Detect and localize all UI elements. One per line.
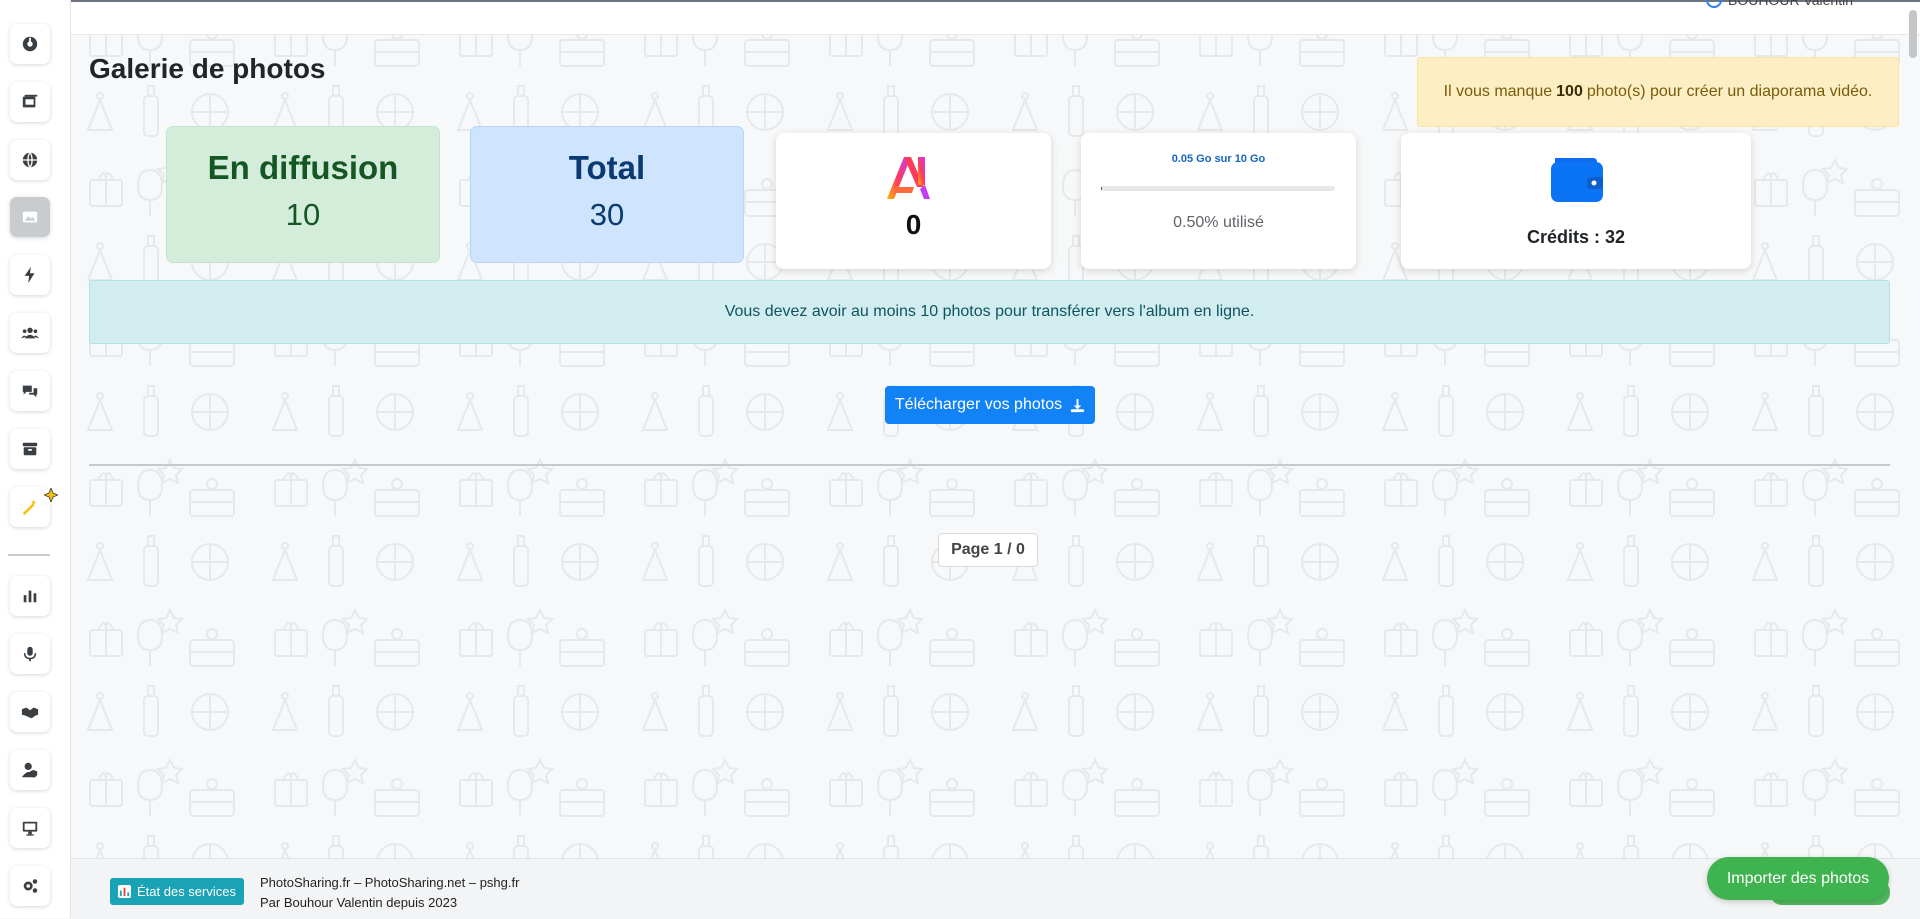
comments-icon	[22, 385, 38, 398]
sidebar-item-flash[interactable]	[10, 255, 50, 295]
download-label: Télécharger vos photos	[894, 396, 1063, 413]
storage-label: 0.05 Go sur 10 Go	[1171, 153, 1266, 165]
user-shield-icon	[21, 762, 38, 778]
info-text: Vous devez avoir au moins 10 photos pour…	[724, 303, 1255, 320]
stat-total-label: Total	[568, 149, 646, 186]
credits-card: Crédits : 32	[1401, 133, 1751, 269]
footer-domains: PhotoSharing.fr – PhotoSharing.net – psh…	[260, 875, 520, 890]
handshake-icon	[21, 707, 39, 719]
sidebar-item-messages[interactable]	[10, 371, 50, 411]
sidebar-item-dashboard[interactable]	[10, 24, 50, 64]
magic-wand-icon	[22, 499, 37, 516]
sidebar-item-photos[interactable]	[10, 82, 50, 122]
settings-icon	[23, 879, 38, 893]
ai-card: 0	[776, 133, 1051, 269]
desktop-icon	[22, 821, 38, 836]
download-photos-button[interactable]: Télécharger vos photos	[885, 386, 1095, 424]
storage-progress-bar	[1101, 186, 1335, 191]
service-status-button[interactable]: État des services	[110, 878, 244, 905]
stat-broadcasting-label: En diffusion	[207, 149, 399, 186]
sidebar	[0, 0, 71, 918]
stat-total: Total 30	[470, 126, 744, 263]
bar-chart-icon	[118, 885, 131, 898]
sidebar-item-audio[interactable]	[10, 634, 50, 674]
stat-broadcasting-value: 10	[285, 197, 321, 232]
sidebar-item-account[interactable]	[10, 750, 50, 790]
ai-logo-icon	[887, 157, 930, 199]
stat-total-value: 30	[589, 197, 625, 232]
section-divider	[89, 464, 1890, 466]
sidebar-item-gallery[interactable]	[10, 197, 50, 237]
image-icon	[22, 211, 38, 223]
page-title: Galerie de photos	[89, 53, 326, 84]
dashboard-icon	[22, 36, 38, 52]
microphone-icon	[23, 646, 37, 662]
import-photos-button[interactable]: Importer des photos	[1707, 857, 1889, 900]
scrollbar[interactable]	[1909, 10, 1917, 58]
archive-icon	[22, 442, 38, 456]
stat-broadcasting: En diffusion 10	[166, 126, 440, 263]
alert-count: 100	[1556, 83, 1583, 100]
credits-text: Crédits : 32	[1526, 227, 1626, 247]
pagination-label: Page 1 / 0	[951, 541, 1025, 558]
chart-icon	[23, 590, 37, 603]
user-name: BOUHOUR Valentin	[1728, 0, 1854, 8]
users-icon	[21, 327, 39, 339]
sidebar-item-statistics[interactable]	[10, 576, 50, 616]
footer-author: Par Bouhour Valentin depuis 2023	[260, 895, 458, 910]
user-circle-icon	[1706, 0, 1722, 8]
sidebar-item-settings[interactable]	[10, 866, 50, 906]
photos-icon	[22, 94, 38, 108]
service-status-label: État des services	[137, 884, 236, 899]
user-menu[interactable]: BOUHOUR Valentin	[1706, 0, 1853, 8]
alert-prefix: Il vous manque	[1443, 83, 1553, 100]
ai-count: 0	[905, 209, 922, 240]
main-content: Galerie de photos Il vous manque 100 pho…	[70, 33, 1920, 858]
storage-progress-fill	[1101, 186, 1103, 191]
sidebar-item-archive[interactable]	[10, 429, 50, 469]
pagination: Page 1 / 0	[938, 533, 1038, 567]
footer: État des services PhotoSharing.fr – Phot…	[70, 858, 1920, 919]
bolt-icon	[24, 266, 35, 284]
sidebar-item-guests[interactable]	[10, 313, 50, 353]
sidebar-item-display[interactable]	[10, 808, 50, 848]
wallet-icon	[1551, 158, 1603, 202]
storage-used-text: 0.50% utilisé	[1173, 214, 1264, 231]
sidebar-item-online[interactable]	[10, 140, 50, 180]
video-slideshow-alert: Il vous manque 100 photo(s) pour créer u…	[1417, 57, 1899, 127]
sidebar-item-partners[interactable]	[10, 692, 50, 732]
sidebar-divider	[8, 554, 50, 556]
top-bar: BOUHOUR Valentin	[70, 0, 1920, 35]
alert-suffix: photo(s) pour créer un diaporama vidéo.	[1586, 83, 1873, 100]
storage-card: 0.05 Go sur 10 Go 0.50% utilisé	[1081, 133, 1356, 269]
download-icon	[1071, 398, 1085, 412]
online-album-info-alert: Vous devez avoir au moins 10 photos pour…	[89, 280, 1890, 344]
globe-icon	[22, 152, 38, 168]
footer-credits: PhotoSharing.fr – PhotoSharing.net – psh…	[260, 873, 519, 913]
import-label: Importer des photos	[1726, 869, 1870, 887]
sparkle-icon	[44, 488, 58, 502]
